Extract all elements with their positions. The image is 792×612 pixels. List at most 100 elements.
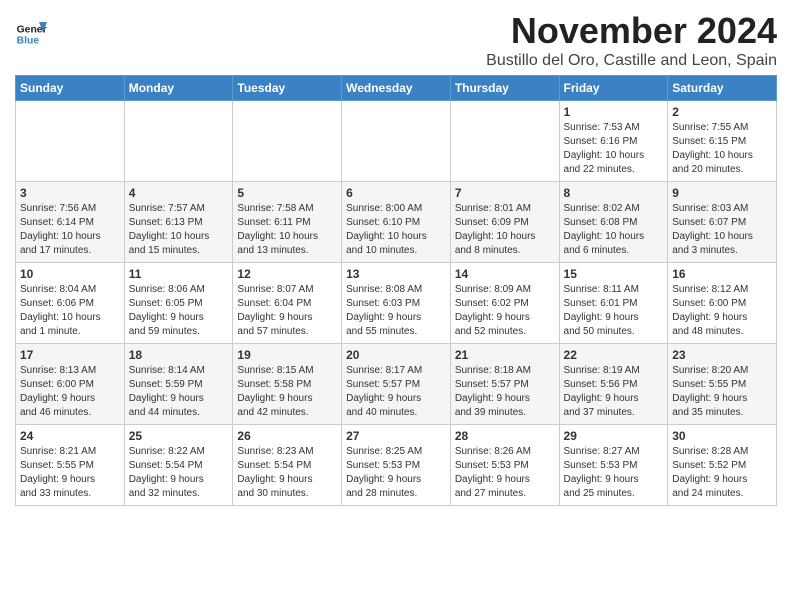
day-number: 23	[672, 348, 772, 362]
day-number: 10	[20, 267, 120, 281]
day-info: Sunrise: 8:04 AM Sunset: 6:06 PM Dayligh…	[20, 283, 120, 339]
calendar-cell: 30 Sunrise: 8:28 AM Sunset: 5:52 PM Dayli…	[668, 425, 777, 506]
day-number: 21	[455, 348, 555, 362]
calendar-cell: 2 Sunrise: 7:55 AM Sunset: 6:15 PM Daylig…	[668, 101, 777, 182]
day-number: 11	[129, 267, 229, 281]
day-info: Sunrise: 7:53 AM Sunset: 6:16 PM Dayligh…	[564, 121, 664, 177]
calendar-cell	[16, 101, 125, 182]
day-info: Sunrise: 8:00 AM Sunset: 6:10 PM Dayligh…	[346, 202, 446, 258]
calendar-cell: 15 Sunrise: 8:11 AM Sunset: 6:01 PM Dayli…	[559, 263, 668, 344]
calendar-cell: 26 Sunrise: 8:23 AM Sunset: 5:54 PM Dayli…	[233, 425, 342, 506]
day-header-sunday: Sunday	[16, 76, 125, 101]
day-info: Sunrise: 8:18 AM Sunset: 5:57 PM Dayligh…	[455, 364, 555, 420]
day-info: Sunrise: 8:26 AM Sunset: 5:53 PM Dayligh…	[455, 445, 555, 501]
day-info: Sunrise: 8:06 AM Sunset: 6:05 PM Dayligh…	[129, 283, 229, 339]
day-number: 12	[237, 267, 337, 281]
calendar-cell: 24 Sunrise: 8:21 AM Sunset: 5:55 PM Dayli…	[16, 425, 125, 506]
day-info: Sunrise: 8:14 AM Sunset: 5:59 PM Dayligh…	[129, 364, 229, 420]
calendar-cell	[450, 101, 559, 182]
calendar-week-1: 1 Sunrise: 7:53 AM Sunset: 6:16 PM Daylig…	[16, 101, 777, 182]
calendar-cell: 12 Sunrise: 8:07 AM Sunset: 6:04 PM Dayli…	[233, 263, 342, 344]
day-number: 5	[237, 186, 337, 200]
day-info: Sunrise: 7:57 AM Sunset: 6:13 PM Dayligh…	[129, 202, 229, 258]
day-number: 16	[672, 267, 772, 281]
day-header-saturday: Saturday	[668, 76, 777, 101]
calendar-cell: 19Sunrise: 8:15 AM Sunset: 5:58 PM Dayli…	[233, 344, 342, 425]
day-info: Sunrise: 8:28 AM Sunset: 5:52 PM Dayligh…	[672, 445, 772, 501]
day-header-tuesday: Tuesday	[233, 76, 342, 101]
day-header-wednesday: Wednesday	[342, 76, 451, 101]
title-area: November 2024 Bustillo del Oro, Castille…	[486, 10, 777, 70]
calendar-cell: 23 Sunrise: 8:20 AM Sunset: 5:55 PM Dayli…	[668, 344, 777, 425]
calendar-cell: 29 Sunrise: 8:27 AM Sunset: 5:53 PM Dayli…	[559, 425, 668, 506]
calendar-cell: 8 Sunrise: 8:02 AM Sunset: 6:08 PM Daylig…	[559, 182, 668, 263]
day-header-thursday: Thursday	[450, 76, 559, 101]
calendar-week-2: 3 Sunrise: 7:56 AM Sunset: 6:14 PM Daylig…	[16, 182, 777, 263]
day-info: Sunrise: 8:21 AM Sunset: 5:55 PM Dayligh…	[20, 445, 120, 501]
calendar-table: SundayMondayTuesdayWednesdayThursdayFrid…	[15, 75, 777, 506]
month-title: November 2024	[486, 10, 777, 52]
day-number: 1	[564, 105, 664, 119]
day-info: Sunrise: 8:22 AM Sunset: 5:54 PM Dayligh…	[129, 445, 229, 501]
day-info: Sunrise: 8:09 AM Sunset: 6:02 PM Dayligh…	[455, 283, 555, 339]
day-info: Sunrise: 8:03 AM Sunset: 6:07 PM Dayligh…	[672, 202, 772, 258]
day-number: 20	[346, 348, 446, 362]
day-number: 28	[455, 429, 555, 443]
calendar-cell: 20 Sunrise: 8:17 AM Sunset: 5:57 PM Dayli…	[342, 344, 451, 425]
calendar-cell: 14 Sunrise: 8:09 AM Sunset: 6:02 PM Dayli…	[450, 263, 559, 344]
day-info: Sunrise: 7:56 AM Sunset: 6:14 PM Dayligh…	[20, 202, 120, 258]
day-number: 27	[346, 429, 446, 443]
calendar-week-3: 10 Sunrise: 8:04 AM Sunset: 6:06 PM Dayli…	[16, 263, 777, 344]
day-number: 6	[346, 186, 446, 200]
day-number: 3	[20, 186, 120, 200]
calendar-cell: 25 Sunrise: 8:22 AM Sunset: 5:54 PM Dayli…	[124, 425, 233, 506]
day-number: 25	[129, 429, 229, 443]
calendar-cell	[124, 101, 233, 182]
day-number: 18	[129, 348, 229, 362]
day-number: 19	[237, 348, 337, 362]
day-info: Sunrise: 8:17 AM Sunset: 5:57 PM Dayligh…	[346, 364, 446, 420]
logo-icon: General Blue	[15, 18, 47, 50]
day-info: Sunrise: 8:08 AM Sunset: 6:03 PM Dayligh…	[346, 283, 446, 339]
day-number: 4	[129, 186, 229, 200]
calendar-cell: 22 Sunrise: 8:19 AM Sunset: 5:56 PM Dayli…	[559, 344, 668, 425]
calendar-cell	[342, 101, 451, 182]
calendar-cell: 21 Sunrise: 8:18 AM Sunset: 5:57 PM Dayli…	[450, 344, 559, 425]
svg-text:Blue: Blue	[17, 36, 40, 47]
calendar-cell	[233, 101, 342, 182]
day-number: 2	[672, 105, 772, 119]
day-number: 9	[672, 186, 772, 200]
day-number: 8	[564, 186, 664, 200]
day-info: Sunrise: 7:58 AM Sunset: 6:11 PM Dayligh…	[237, 202, 337, 258]
day-number: 24	[20, 429, 120, 443]
day-number: 7	[455, 186, 555, 200]
day-number: 30	[672, 429, 772, 443]
day-info: Sunrise: 8:19 AM Sunset: 5:56 PM Dayligh…	[564, 364, 664, 420]
day-number: 22	[564, 348, 664, 362]
calendar-week-5: 24 Sunrise: 8:21 AM Sunset: 5:55 PM Dayli…	[16, 425, 777, 506]
calendar-cell: 5 Sunrise: 7:58 AM Sunset: 6:11 PM Daylig…	[233, 182, 342, 263]
calendar-cell: 16Sunrise: 8:12 AM Sunset: 6:00 PM Dayli…	[668, 263, 777, 344]
header: General Blue November 2024 Bustillo del …	[15, 10, 777, 70]
day-number: 26	[237, 429, 337, 443]
day-number: 14	[455, 267, 555, 281]
calendar-cell: 27Sunrise: 8:25 AM Sunset: 5:53 PM Dayli…	[342, 425, 451, 506]
day-info: Sunrise: 8:20 AM Sunset: 5:55 PM Dayligh…	[672, 364, 772, 420]
calendar-cell: 10 Sunrise: 8:04 AM Sunset: 6:06 PM Dayli…	[16, 263, 125, 344]
calendar-cell: 3 Sunrise: 7:56 AM Sunset: 6:14 PM Daylig…	[16, 182, 125, 263]
calendar-cell: 13 Sunrise: 8:08 AM Sunset: 6:03 PM Dayli…	[342, 263, 451, 344]
calendar-cell: 17Sunrise: 8:13 AM Sunset: 6:00 PM Dayli…	[16, 344, 125, 425]
day-info: Sunrise: 8:02 AM Sunset: 6:08 PM Dayligh…	[564, 202, 664, 258]
day-info: Sunrise: 8:07 AM Sunset: 6:04 PM Dayligh…	[237, 283, 337, 339]
day-info: Sunrise: 7:55 AM Sunset: 6:15 PM Dayligh…	[672, 121, 772, 177]
day-header-monday: Monday	[124, 76, 233, 101]
day-header-friday: Friday	[559, 76, 668, 101]
day-number: 13	[346, 267, 446, 281]
day-number: 15	[564, 267, 664, 281]
day-number: 29	[564, 429, 664, 443]
day-info: Sunrise: 8:23 AM Sunset: 5:54 PM Dayligh…	[237, 445, 337, 501]
day-info: Sunrise: 8:11 AM Sunset: 6:01 PM Dayligh…	[564, 283, 664, 339]
calendar-cell: 18 Sunrise: 8:14 AM Sunset: 5:59 PM Dayli…	[124, 344, 233, 425]
day-info: Sunrise: 8:27 AM Sunset: 5:53 PM Dayligh…	[564, 445, 664, 501]
calendar-cell: 28 Sunrise: 8:26 AM Sunset: 5:53 PM Dayli…	[450, 425, 559, 506]
